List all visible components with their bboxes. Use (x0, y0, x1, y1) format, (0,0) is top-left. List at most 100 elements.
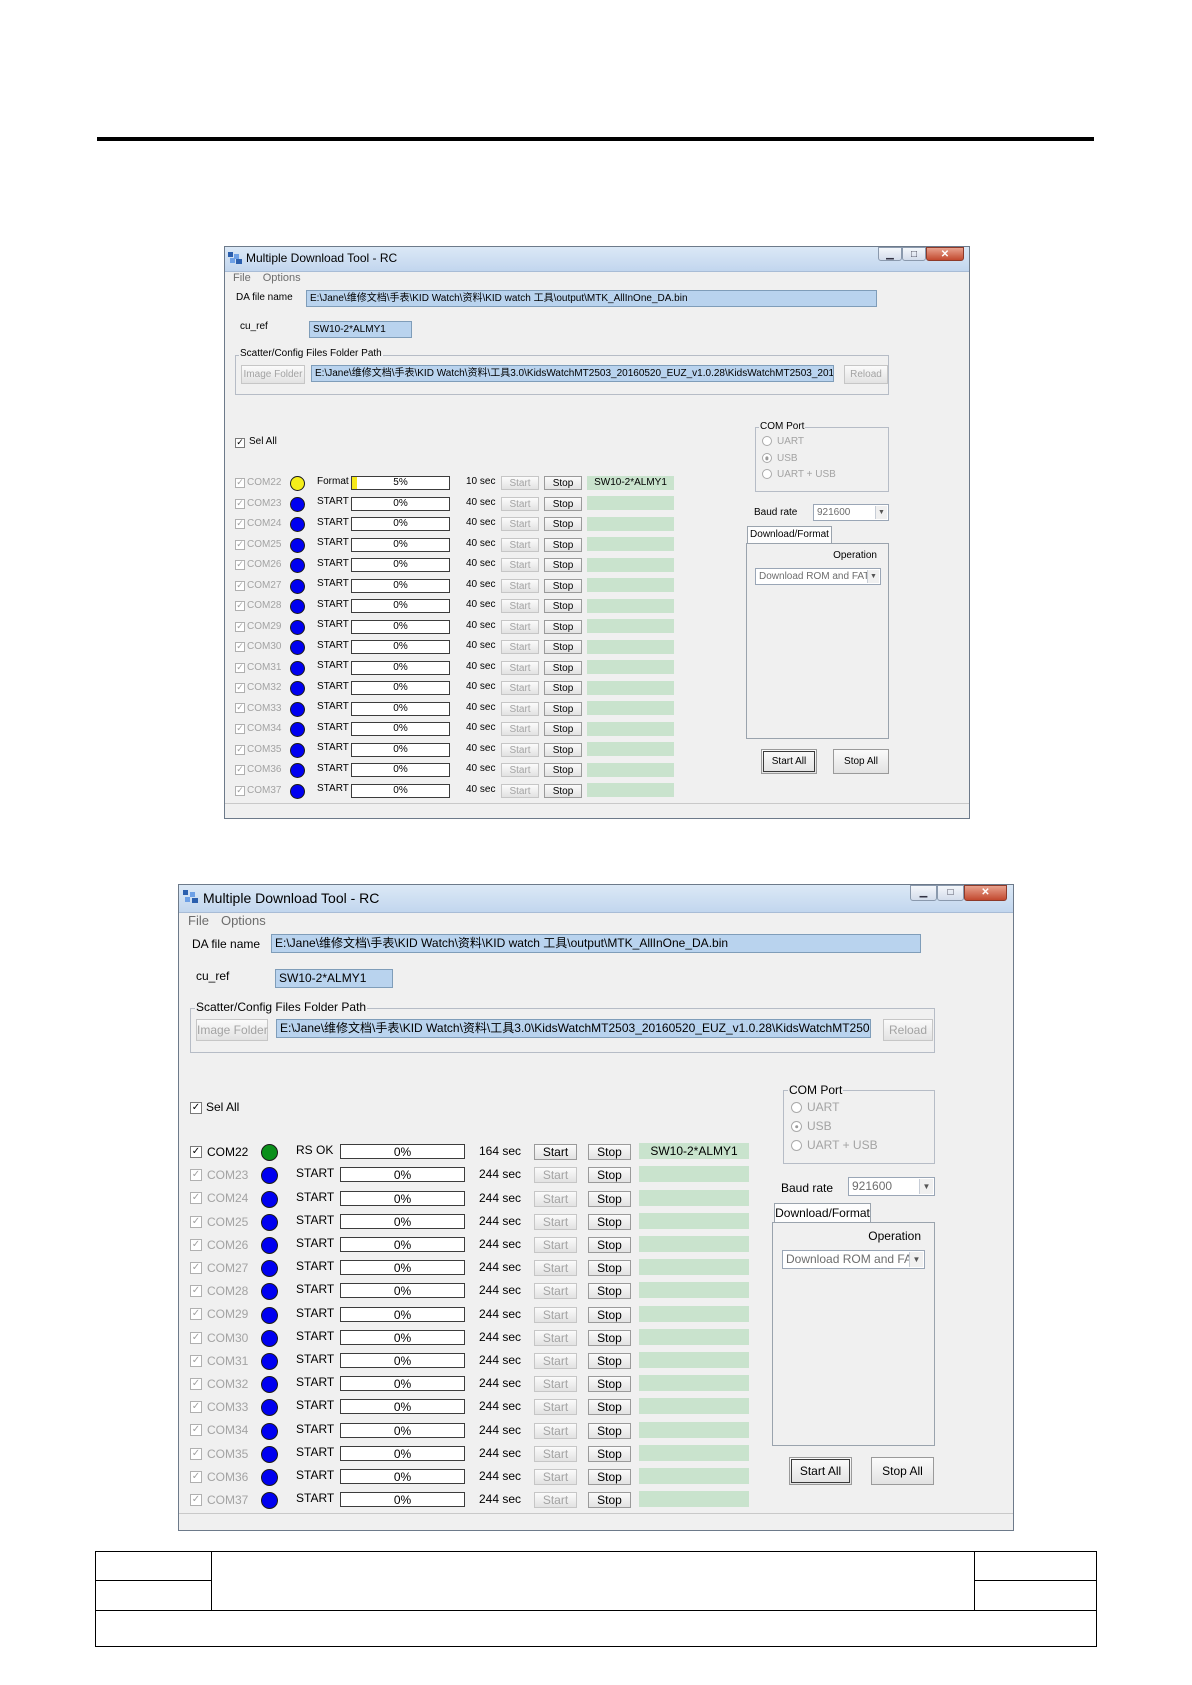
baud-rate-select[interactable]: 921600 ▼ (813, 504, 889, 521)
port-stop-button[interactable]: Stop (588, 1399, 631, 1415)
port-checkbox[interactable]: ✓ (190, 1262, 202, 1274)
port-checkbox[interactable]: ✓ (235, 540, 245, 550)
port-checkbox[interactable]: ✓ (235, 581, 245, 591)
port-checkbox[interactable]: ✓ (235, 499, 245, 509)
image-folder-button[interactable]: Image Folder (241, 365, 305, 384)
port-start-button[interactable]: Start (501, 538, 539, 552)
port-stop-button[interactable]: Stop (544, 558, 582, 572)
port-stop-button[interactable]: Stop (544, 517, 582, 531)
port-start-button[interactable]: Start (534, 1423, 577, 1439)
tab-download-format[interactable]: Download/Format (774, 1203, 871, 1223)
reload-button[interactable]: Reload (844, 365, 888, 384)
port-start-button[interactable]: Start (501, 476, 539, 490)
port-checkbox[interactable]: ✓ (235, 478, 245, 488)
close-button[interactable]: ✕ (964, 885, 1007, 901)
baud-rate-select[interactable]: 921600 ▼ (848, 1177, 935, 1196)
port-stop-button[interactable]: Stop (588, 1237, 631, 1253)
port-stop-button[interactable]: Stop (544, 640, 582, 654)
sel-all-checkbox[interactable]: ✓ (190, 1102, 202, 1114)
port-stop-button[interactable]: Stop (588, 1492, 631, 1508)
da-file-path-field[interactable]: E:\Jane\维修文档\手表\KID Watch\资料\KID watch 工… (306, 290, 877, 307)
com-port-radio-usb[interactable]: USB (791, 1119, 832, 1133)
com-port-radio-uart-usb[interactable]: UART + USB (791, 1138, 878, 1152)
port-stop-button[interactable]: Stop (544, 722, 582, 736)
cu-ref-field[interactable]: SW10-2*ALMY1 (309, 321, 412, 338)
port-checkbox[interactable]: ✓ (235, 642, 245, 652)
port-checkbox[interactable]: ✓ (190, 1332, 202, 1344)
port-stop-button[interactable]: Stop (588, 1423, 631, 1439)
port-start-button[interactable]: Start (534, 1283, 577, 1299)
port-start-button[interactable]: Start (534, 1376, 577, 1392)
port-start-button[interactable]: Start (501, 579, 539, 593)
port-start-button[interactable]: Start (534, 1214, 577, 1230)
port-stop-button[interactable]: Stop (588, 1260, 631, 1276)
port-checkbox[interactable]: ✓ (235, 724, 245, 734)
port-start-button[interactable]: Start (501, 640, 539, 654)
port-stop-button[interactable]: Stop (544, 599, 582, 613)
port-stop-button[interactable]: Stop (544, 702, 582, 716)
port-stop-button[interactable]: Stop (588, 1283, 631, 1299)
port-start-button[interactable]: Start (534, 1191, 577, 1207)
com-port-radio-usb[interactable]: USB (762, 453, 798, 464)
port-stop-button[interactable]: Stop (588, 1330, 631, 1346)
maximize-button[interactable]: □ (937, 885, 964, 901)
port-stop-button[interactable]: Stop (588, 1469, 631, 1485)
port-checkbox[interactable]: ✓ (190, 1424, 202, 1436)
port-checkbox[interactable]: ✓ (235, 601, 245, 611)
port-stop-button[interactable]: Stop (544, 579, 582, 593)
maximize-button[interactable]: □ (902, 247, 926, 261)
port-checkbox[interactable]: ✓ (190, 1308, 202, 1320)
port-start-button[interactable]: Start (534, 1260, 577, 1276)
start-all-button[interactable]: Start All (789, 1457, 852, 1485)
port-start-button[interactable]: Start (534, 1446, 577, 1462)
port-checkbox[interactable]: ✓ (190, 1285, 202, 1297)
port-stop-button[interactable]: Stop (588, 1446, 631, 1462)
port-stop-button[interactable]: Stop (544, 661, 582, 675)
port-checkbox[interactable]: ✓ (235, 622, 245, 632)
port-checkbox[interactable]: ✓ (190, 1146, 202, 1158)
image-folder-button[interactable]: Image Folder (196, 1019, 268, 1041)
port-start-button[interactable]: Start (534, 1469, 577, 1485)
port-start-button[interactable]: Start (501, 763, 539, 777)
port-start-button[interactable]: Start (501, 661, 539, 675)
scatter-path-field[interactable]: E:\Jane\维修文档\手表\KID Watch\资料\工具3.0\KidsW… (276, 1019, 871, 1038)
port-start-button[interactable]: Start (534, 1167, 577, 1183)
com-port-radio-uart[interactable]: UART (791, 1100, 839, 1114)
menu-options[interactable]: Options (263, 272, 301, 284)
port-checkbox[interactable]: ✓ (190, 1378, 202, 1390)
port-stop-button[interactable]: Stop (588, 1376, 631, 1392)
menu-options[interactable]: Options (221, 913, 266, 928)
port-stop-button[interactable]: Stop (544, 784, 582, 798)
port-stop-button[interactable]: Stop (544, 763, 582, 777)
port-start-button[interactable]: Start (534, 1237, 577, 1253)
port-stop-button[interactable]: Stop (544, 497, 582, 511)
close-button[interactable]: ✕ (926, 247, 964, 261)
port-start-button[interactable]: Start (501, 599, 539, 613)
title-bar[interactable]: Multiple Download Tool - RC ▁ □ ✕ (179, 885, 1013, 913)
sel-all-checkbox[interactable]: ✓ (235, 438, 245, 448)
port-checkbox[interactable]: ✓ (235, 683, 245, 693)
port-stop-button[interactable]: Stop (544, 476, 582, 490)
port-stop-button[interactable]: Stop (588, 1214, 631, 1230)
port-start-button[interactable]: Start (534, 1307, 577, 1323)
port-stop-button[interactable]: Stop (588, 1191, 631, 1207)
port-start-button[interactable]: Start (501, 558, 539, 572)
port-checkbox[interactable]: ✓ (190, 1471, 202, 1483)
port-start-button[interactable]: Start (534, 1144, 577, 1160)
start-all-button[interactable]: Start All (761, 749, 817, 774)
port-start-button[interactable]: Start (501, 702, 539, 716)
port-checkbox[interactable]: ✓ (235, 663, 245, 673)
port-start-button[interactable]: Start (501, 497, 539, 511)
port-checkbox[interactable]: ✓ (235, 765, 245, 775)
port-stop-button[interactable]: Stop (544, 743, 582, 757)
da-file-path-field[interactable]: E:\Jane\维修文档\手表\KID Watch\资料\KID watch 工… (271, 934, 921, 953)
port-start-button[interactable]: Start (501, 517, 539, 531)
port-checkbox[interactable]: ✓ (190, 1216, 202, 1228)
port-checkbox[interactable]: ✓ (235, 703, 245, 713)
port-stop-button[interactable]: Stop (588, 1167, 631, 1183)
port-checkbox[interactable]: ✓ (235, 519, 245, 529)
cu-ref-field[interactable]: SW10-2*ALMY1 (275, 969, 393, 988)
port-start-button[interactable]: Start (534, 1330, 577, 1346)
port-checkbox[interactable]: ✓ (190, 1192, 202, 1204)
port-checkbox[interactable]: ✓ (190, 1401, 202, 1413)
